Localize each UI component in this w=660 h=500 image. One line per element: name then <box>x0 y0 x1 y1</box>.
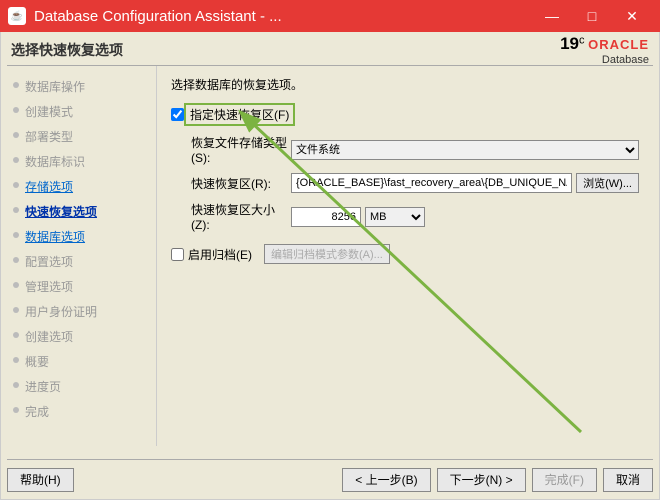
step-db-options[interactable]: 数据库选项 <box>9 224 154 249</box>
recovery-size-unit[interactable]: MB <box>365 207 425 227</box>
step-db-ident: 数据库标识 <box>9 149 154 174</box>
step-config: 配置选项 <box>9 249 154 274</box>
step-credentials: 用户身份证明 <box>9 299 154 324</box>
main-panel: 选择数据库的恢复选项。 指定快速恢复区(F) 恢复文件存储类型(S): 文件系统… <box>157 66 653 446</box>
step-storage[interactable]: 存储选项 <box>9 174 154 199</box>
step-create-opts: 创建选项 <box>9 324 154 349</box>
page-header: 选择快速恢复选项 19c ORACLE Database <box>7 38 653 66</box>
java-icon: ☕ <box>8 7 26 25</box>
step-fast-recovery[interactable]: 快速恢复选项 <box>9 199 154 224</box>
next-button[interactable]: 下一步(N) > <box>437 468 526 492</box>
wizard-footer: 帮助(H) < 上一步(B) 下一步(N) > 完成(F) 取消 <box>7 459 653 493</box>
enable-archive-checkbox[interactable] <box>171 248 184 261</box>
help-button[interactable]: 帮助(H) <box>7 468 74 492</box>
storage-type-select[interactable]: 文件系统 <box>291 140 639 160</box>
oracle-logo: 19c ORACLE Database <box>560 34 649 66</box>
back-button[interactable]: < 上一步(B) <box>342 468 430 492</box>
recovery-area-input[interactable] <box>291 173 572 193</box>
enable-archive-label: 启用归档(E) <box>184 246 252 263</box>
window-title: Database Configuration Assistant - ... <box>34 8 532 25</box>
step-finish: 完成 <box>9 399 154 424</box>
browse-button[interactable]: 浏览(W)... <box>576 173 639 193</box>
finish-button: 完成(F) <box>532 468 597 492</box>
specify-recovery-checkbox[interactable] <box>171 108 184 121</box>
cancel-button[interactable]: 取消 <box>603 468 653 492</box>
recovery-size-label: 快速恢复区大小(Z): <box>171 201 291 232</box>
specify-recovery-label: 指定快速恢复区(F) <box>184 103 295 126</box>
window-titlebar: ☕ Database Configuration Assistant - ...… <box>0 0 660 32</box>
recovery-area-label: 快速恢复区(R): <box>171 175 291 192</box>
maximize-button[interactable]: □ <box>572 8 612 24</box>
intro-text: 选择数据库的恢复选项。 <box>171 76 639 93</box>
step-mgmt: 管理选项 <box>9 274 154 299</box>
step-deploy-type: 部署类型 <box>9 124 154 149</box>
wizard-sidebar: 数据库操作 创建模式 部署类型 数据库标识 存储选项 快速恢复选项 数据库选项 … <box>7 66 157 446</box>
page-title: 选择快速恢复选项 <box>11 40 123 60</box>
edit-archive-button: 编辑归档模式参数(A)... <box>264 244 390 264</box>
minimize-button[interactable]: — <box>532 8 572 24</box>
step-progress: 进度页 <box>9 374 154 399</box>
step-db-operation: 数据库操作 <box>9 74 154 99</box>
recovery-size-input[interactable] <box>291 207 361 227</box>
step-create-mode: 创建模式 <box>9 99 154 124</box>
storage-type-label: 恢复文件存储类型(S): <box>171 134 291 165</box>
step-summary: 概要 <box>9 349 154 374</box>
close-button[interactable]: ✕ <box>612 8 652 25</box>
